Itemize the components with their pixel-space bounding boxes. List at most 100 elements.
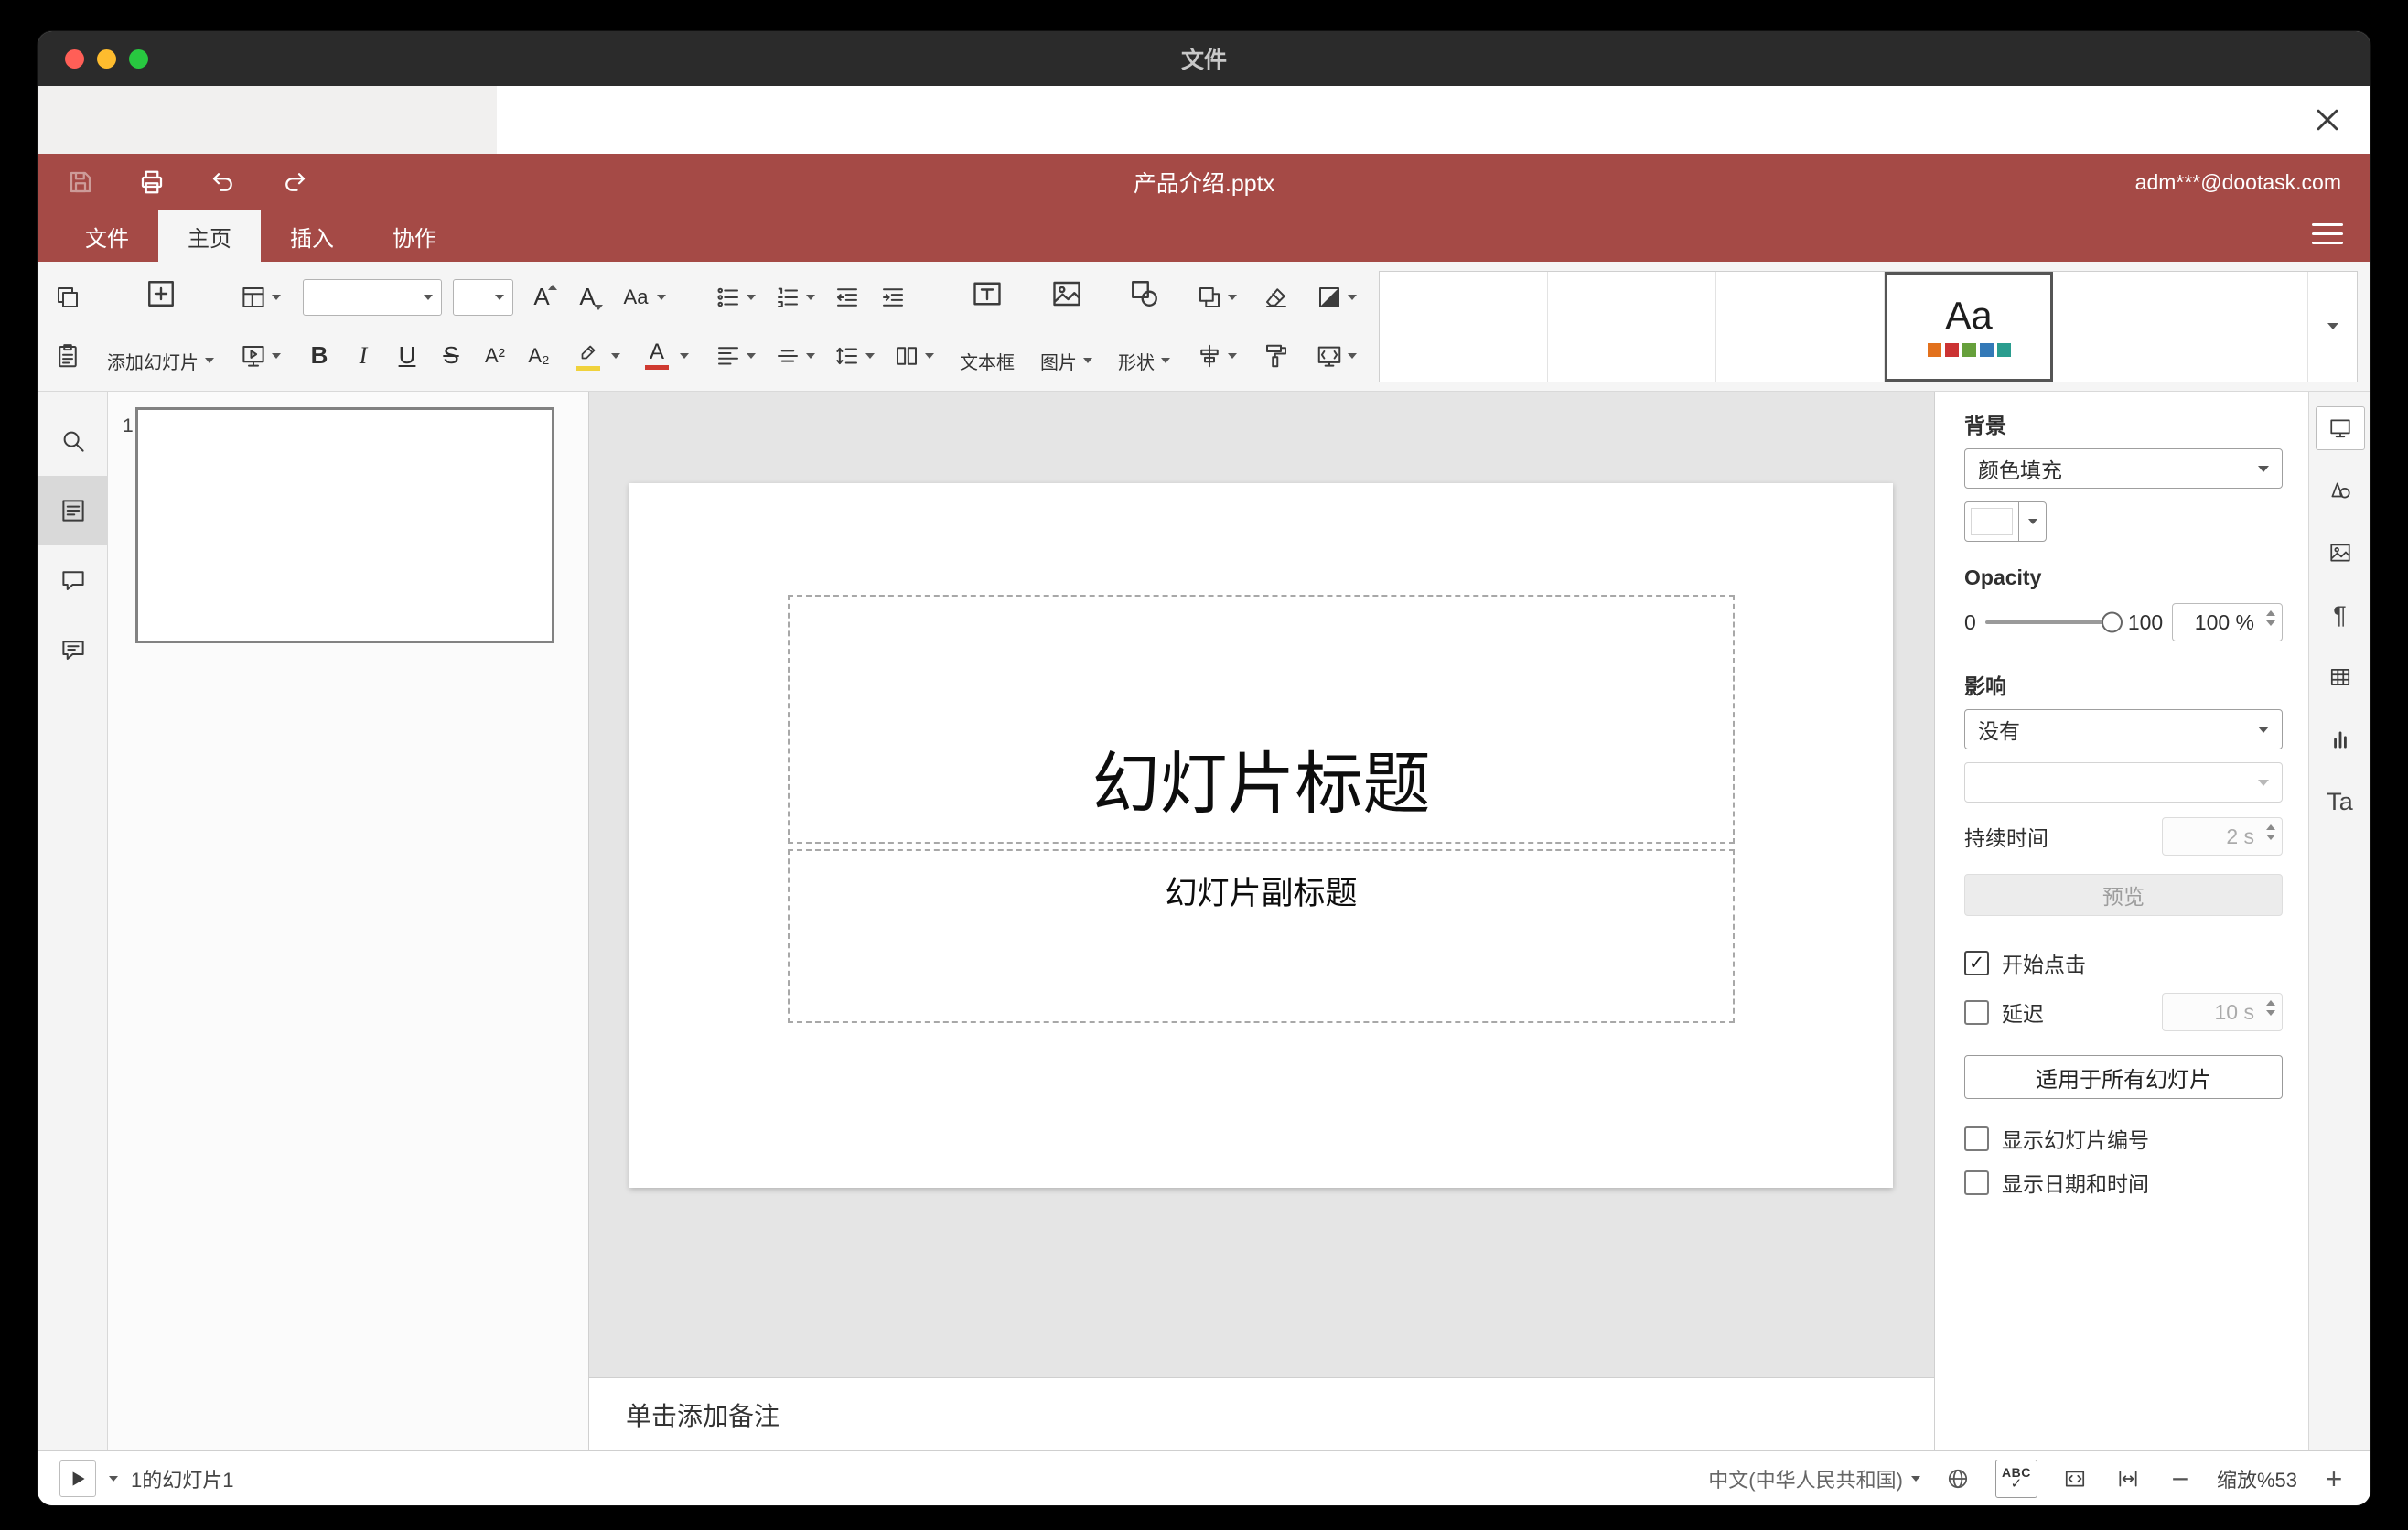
slide-thumbnail[interactable] (135, 407, 554, 643)
delay-spinner[interactable]: 10 s (2162, 993, 2283, 1031)
comments-icon[interactable] (38, 545, 108, 615)
fill-color-picker[interactable] (1964, 501, 2047, 542)
spinner-arrows-icon[interactable] (2266, 824, 2275, 840)
horizontal-align-button[interactable] (711, 339, 759, 373)
chart-settings-icon[interactable] (2316, 717, 2365, 761)
underline-button[interactable]: U (391, 336, 424, 376)
slide-layout-button[interactable] (236, 280, 285, 315)
background-fill-select[interactable]: 颜色填充 (1964, 448, 2283, 489)
tab-collaboration[interactable]: 协作 (363, 210, 466, 262)
change-case-button[interactable]: Aa (616, 274, 670, 321)
language-selector[interactable]: 中文(中华人民共和国) (1708, 1464, 1920, 1493)
theme-gallery-expand-button[interactable] (2307, 271, 2357, 382)
font-name-combo[interactable] (303, 278, 442, 316)
apply-to-all-slides-button[interactable]: 适用于所有幻灯片 (1964, 1055, 2283, 1099)
show-slide-number-checkbox[interactable] (1964, 1126, 1989, 1151)
theme-option-selected[interactable]: Aa (1885, 271, 2053, 382)
fit-slide-icon[interactable] (2059, 1463, 2091, 1494)
effect-select[interactable]: 没有 (1964, 709, 2283, 749)
redo-icon[interactable] (277, 165, 312, 199)
chat-icon[interactable] (38, 615, 108, 684)
add-slide-icon (145, 277, 177, 310)
chevron-down-icon[interactable] (109, 1475, 118, 1482)
opacity-spinner[interactable]: 100 % (2172, 603, 2283, 641)
text-art-settings-icon[interactable]: Ta (2316, 780, 2365, 824)
start-slideshow-status-button[interactable] (59, 1460, 96, 1497)
duration-spinner[interactable]: 2 s (2162, 817, 2283, 856)
tab-file[interactable]: 文件 (56, 210, 158, 262)
strikethrough-button[interactable]: S (435, 336, 468, 376)
copy-style-button[interactable] (1259, 339, 1294, 373)
zoom-window-button[interactable] (129, 48, 148, 69)
add-slide-button[interactable]: 添加幻灯片 (103, 272, 218, 382)
highlight-color-button[interactable] (566, 332, 624, 380)
start-on-click-checkbox[interactable]: ✓ (1964, 950, 1989, 975)
search-icon[interactable] (38, 406, 108, 476)
start-on-click-label: 开始点击 (2002, 953, 2086, 976)
notes-area[interactable]: 单击添加备注 (589, 1377, 1934, 1450)
tab-home[interactable]: 主页 (158, 210, 261, 262)
font-size-combo[interactable] (453, 278, 513, 316)
italic-button[interactable]: I (347, 336, 380, 376)
close-icon[interactable] (2306, 99, 2349, 141)
spinner-arrows-icon[interactable] (2266, 1000, 2275, 1016)
start-slideshow-button[interactable] (236, 339, 285, 373)
color-scheme-button[interactable] (1312, 280, 1360, 315)
subscript-button[interactable]: A₂ (522, 336, 555, 376)
paste-icon[interactable] (50, 339, 85, 373)
increase-font-size-button[interactable]: A (524, 277, 559, 318)
columns-button[interactable] (889, 339, 938, 373)
insert-textbox-button[interactable]: 文本框 (956, 272, 1018, 382)
save-icon[interactable] (63, 165, 98, 199)
insert-image-button[interactable]: 图片 (1037, 272, 1096, 382)
arrange-shapes-button[interactable] (1192, 280, 1241, 315)
print-icon[interactable] (134, 165, 169, 199)
opacity-slider[interactable] (1984, 611, 2123, 633)
theme-option-2[interactable] (1548, 271, 1716, 382)
bold-button[interactable]: B (303, 336, 336, 376)
slide-settings-icon[interactable] (2315, 406, 2365, 450)
title-placeholder[interactable]: 幻灯片标题 (788, 595, 1735, 844)
decrease-indent-button[interactable] (830, 280, 865, 315)
spinner-arrows-icon[interactable] (2266, 610, 2275, 626)
chevron-down-icon (1228, 352, 1237, 359)
theme-option-3[interactable] (1716, 271, 1885, 382)
set-language-icon[interactable] (1942, 1463, 1973, 1494)
effect-type-select[interactable] (1964, 762, 2283, 803)
subtitle-placeholder[interactable]: 幻灯片副标题 (788, 849, 1735, 1023)
zoom-in-button[interactable]: + (2319, 1464, 2349, 1493)
table-settings-icon[interactable] (2316, 655, 2365, 699)
increase-indent-button[interactable] (876, 280, 910, 315)
copy-icon[interactable] (50, 280, 85, 315)
line-spacing-button[interactable] (830, 339, 878, 373)
window-title: 文件 (1180, 48, 1227, 73)
delay-checkbox[interactable] (1964, 999, 1989, 1025)
clear-style-button[interactable] (1259, 280, 1294, 315)
numbering-button[interactable] (770, 280, 819, 315)
superscript-button[interactable]: A² (478, 336, 511, 376)
preview-button[interactable]: 预览 (1964, 874, 2283, 916)
zoom-out-button[interactable]: − (2166, 1464, 2195, 1493)
theme-option-1[interactable] (1380, 271, 1548, 382)
font-color-button[interactable]: A (635, 332, 693, 380)
tab-insert[interactable]: 插入 (261, 210, 363, 262)
insert-shape-button[interactable]: 形状 (1114, 272, 1174, 382)
fit-width-icon[interactable] (2112, 1463, 2144, 1494)
close-window-button[interactable] (65, 48, 84, 69)
slides-panel-icon[interactable] (38, 476, 108, 545)
shape-icon (1128, 277, 1161, 310)
spellcheck-icon[interactable]: ABC ✓ (1994, 1459, 2037, 1498)
vertical-align-button[interactable] (770, 339, 819, 373)
image-settings-icon[interactable] (2316, 531, 2365, 575)
paragraph-settings-icon[interactable]: ¶ (2316, 593, 2365, 637)
minimize-window-button[interactable] (97, 48, 116, 69)
align-shapes-button[interactable] (1192, 339, 1241, 373)
menu-icon[interactable] (2312, 223, 2343, 244)
undo-icon[interactable] (206, 165, 241, 199)
decrease-font-size-button[interactable]: A (570, 277, 605, 318)
slide-size-button[interactable] (1312, 339, 1360, 373)
opacity-slider-knob[interactable] (2101, 611, 2123, 633)
show-date-time-checkbox[interactable] (1964, 1169, 1989, 1195)
bullets-button[interactable] (711, 280, 759, 315)
shape-settings-icon[interactable] (2316, 469, 2365, 512)
